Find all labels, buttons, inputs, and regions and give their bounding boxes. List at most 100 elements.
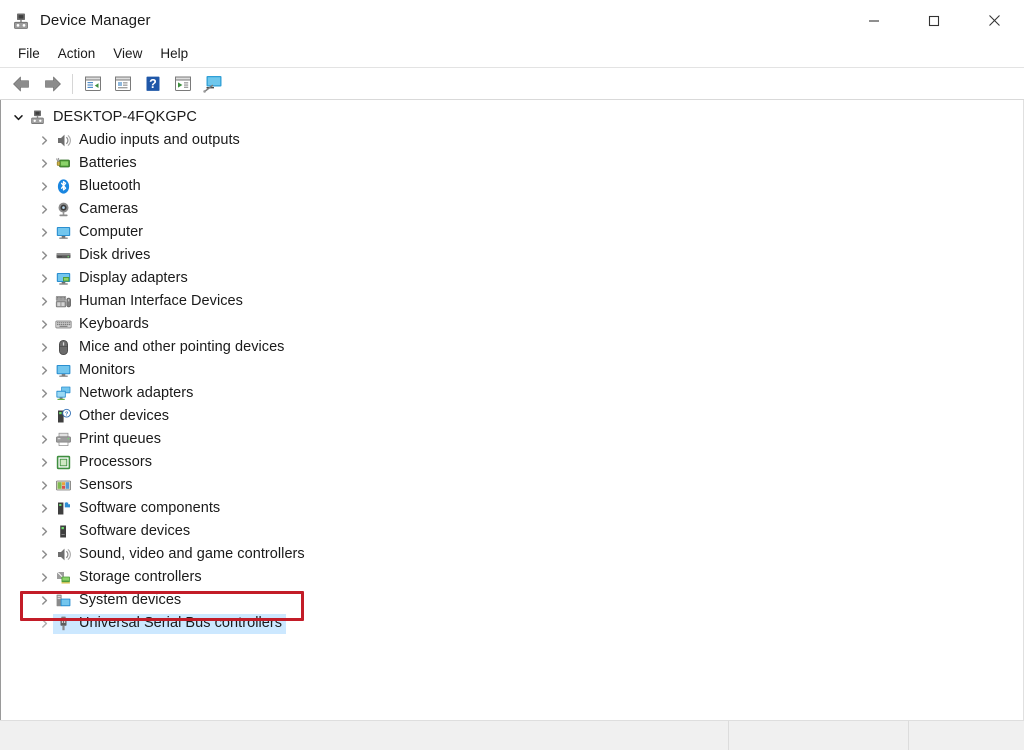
tree-root-node[interactable]: DESKTOP-4FQKGPC [1,106,1023,129]
tree-item-audio-inputs-and-outputs[interactable]: Audio inputs and outputs [1,129,1023,152]
tree-item-keyboards[interactable]: Keyboards [1,313,1023,336]
tree-item-storage-controllers[interactable]: Storage controllers [1,566,1023,589]
back-button[interactable] [7,71,37,97]
tree-item-body[interactable]: Processors [53,453,156,473]
chevron-right-icon[interactable] [35,339,53,357]
chevron-right-icon[interactable] [35,224,53,242]
close-button[interactable] [964,0,1024,41]
chevron-right-icon[interactable] [35,362,53,380]
tree-item-sensors[interactable]: Sensors [1,474,1023,497]
tree-item-mice-and-other-pointing-devices[interactable]: Mice and other pointing devices [1,336,1023,359]
maximize-button[interactable] [904,0,964,41]
tree-item-body[interactable]: Human Interface Devices [53,292,247,312]
tree-root-label: DESKTOP-4FQKGPC [53,109,197,126]
tree-item-label: Batteries [79,155,137,172]
chevron-right-icon[interactable] [35,385,53,403]
chevron-right-icon[interactable] [35,477,53,495]
chevron-right-icon[interactable] [35,178,53,196]
maximize-icon [928,15,940,27]
tree-item-body[interactable]: Keyboards [53,315,153,335]
tree-item-sound-video-and-game-controllers[interactable]: Sound, video and game controllers [1,543,1023,566]
tree-item-bluetooth[interactable]: Bluetooth [1,175,1023,198]
tree-item-body[interactable]: Disk drives [53,246,154,266]
sensor-icon [55,477,72,494]
chevron-right-icon[interactable] [35,293,53,311]
tree-item-human-interface-devices[interactable]: Human Interface Devices [1,290,1023,313]
tree-item-body[interactable]: Storage controllers [53,568,206,588]
chevron-right-icon[interactable] [35,500,53,518]
chevron-right-icon[interactable] [35,615,53,633]
tree-item-disk-drives[interactable]: Disk drives [1,244,1023,267]
chevron-right-icon[interactable] [35,201,53,219]
tree-item-network-adapters[interactable]: Network adapters [1,382,1023,405]
tree-item-print-queues[interactable]: Print queues [1,428,1023,451]
minimize-button[interactable] [844,0,904,41]
chevron-right-icon[interactable] [35,523,53,541]
chevron-right-icon[interactable] [35,454,53,472]
tree-item-monitors[interactable]: Monitors [1,359,1023,382]
chevron-right-icon[interactable] [35,316,53,334]
tree-item-body[interactable]: System devices [53,591,185,611]
tree-item-software-components[interactable]: Software components [1,497,1023,520]
camera-icon [55,201,72,218]
chevron-right-icon[interactable] [35,431,53,449]
back-arrow-icon [11,75,33,93]
window-controls [844,0,1024,41]
tree-item-body[interactable]: ? Other devices [53,407,173,427]
tree-item-label: Universal Serial Bus controllers [79,615,282,632]
tree-item-label: Software devices [79,523,190,540]
printer-icon [55,431,72,448]
chevron-down-icon[interactable] [9,109,27,127]
menu-help[interactable]: Help [151,43,197,65]
chevron-right-icon[interactable] [35,592,53,610]
tree-item-label: Audio inputs and outputs [79,132,240,149]
chevron-right-icon[interactable] [35,569,53,587]
tree-item-label: Monitors [79,362,135,379]
chevron-right-icon[interactable] [35,408,53,426]
sound-controller-icon [55,546,72,563]
tree-item-body[interactable]: Sound, video and game controllers [53,545,309,565]
tree-root-body[interactable]: DESKTOP-4FQKGPC [27,108,201,128]
tree-item-body[interactable]: Sensors [53,476,137,496]
tree-item-processors[interactable]: Processors [1,451,1023,474]
tree-item-body[interactable]: Mice and other pointing devices [53,338,288,358]
tree-item-software-devices[interactable]: Software devices [1,520,1023,543]
chevron-right-icon[interactable] [35,270,53,288]
chevron-right-icon[interactable] [35,155,53,173]
properties-button[interactable] [78,71,108,97]
tree-item-body[interactable]: Batteries [53,154,141,174]
tree-item-system-devices[interactable]: System devices [1,589,1023,612]
scan-hardware-button[interactable] [168,71,198,97]
menu-action[interactable]: Action [49,43,105,65]
chevron-right-icon[interactable] [35,132,53,150]
forward-button[interactable] [37,71,67,97]
tree-item-body[interactable]: Software components [53,499,224,519]
tree-item-display-adapters[interactable]: Display adapters [1,267,1023,290]
help-button[interactable]: ? [138,71,168,97]
tree-item-universal-serial-bus-controllers[interactable]: Universal Serial Bus controllers [1,612,1023,635]
menu-file[interactable]: File [9,43,49,65]
minimize-icon [868,15,880,27]
tree-item-body[interactable]: Monitors [53,361,139,381]
computer-icon [55,224,72,241]
show-hidden-devices-button[interactable] [198,71,228,97]
tree-item-body[interactable]: Software devices [53,522,194,542]
tree-item-body[interactable]: Computer [53,223,147,243]
tree-item-label: Other devices [79,408,169,425]
tree-item-computer[interactable]: Computer [1,221,1023,244]
chevron-right-icon[interactable] [35,546,53,564]
tree-item-body[interactable]: Universal Serial Bus controllers [53,614,286,634]
tree-item-cameras[interactable]: Cameras [1,198,1023,221]
tree-item-body[interactable]: Network adapters [53,384,197,404]
chevron-right-icon[interactable] [35,247,53,265]
tree-item-body[interactable]: Audio inputs and outputs [53,131,244,151]
tree-item-body[interactable]: Bluetooth [53,177,145,197]
tree-item-other-devices[interactable]: ? Other devices [1,405,1023,428]
update-driver-button[interactable] [108,71,138,97]
tree-item-body[interactable]: Cameras [53,200,142,220]
tree-item-body[interactable]: Display adapters [53,269,192,289]
menu-view[interactable]: View [104,43,151,65]
device-tree-panel[interactable]: DESKTOP-4FQKGPC Audio inputs [0,100,1024,720]
tree-item-body[interactable]: Print queues [53,430,165,450]
tree-item-batteries[interactable]: Batteries [1,152,1023,175]
